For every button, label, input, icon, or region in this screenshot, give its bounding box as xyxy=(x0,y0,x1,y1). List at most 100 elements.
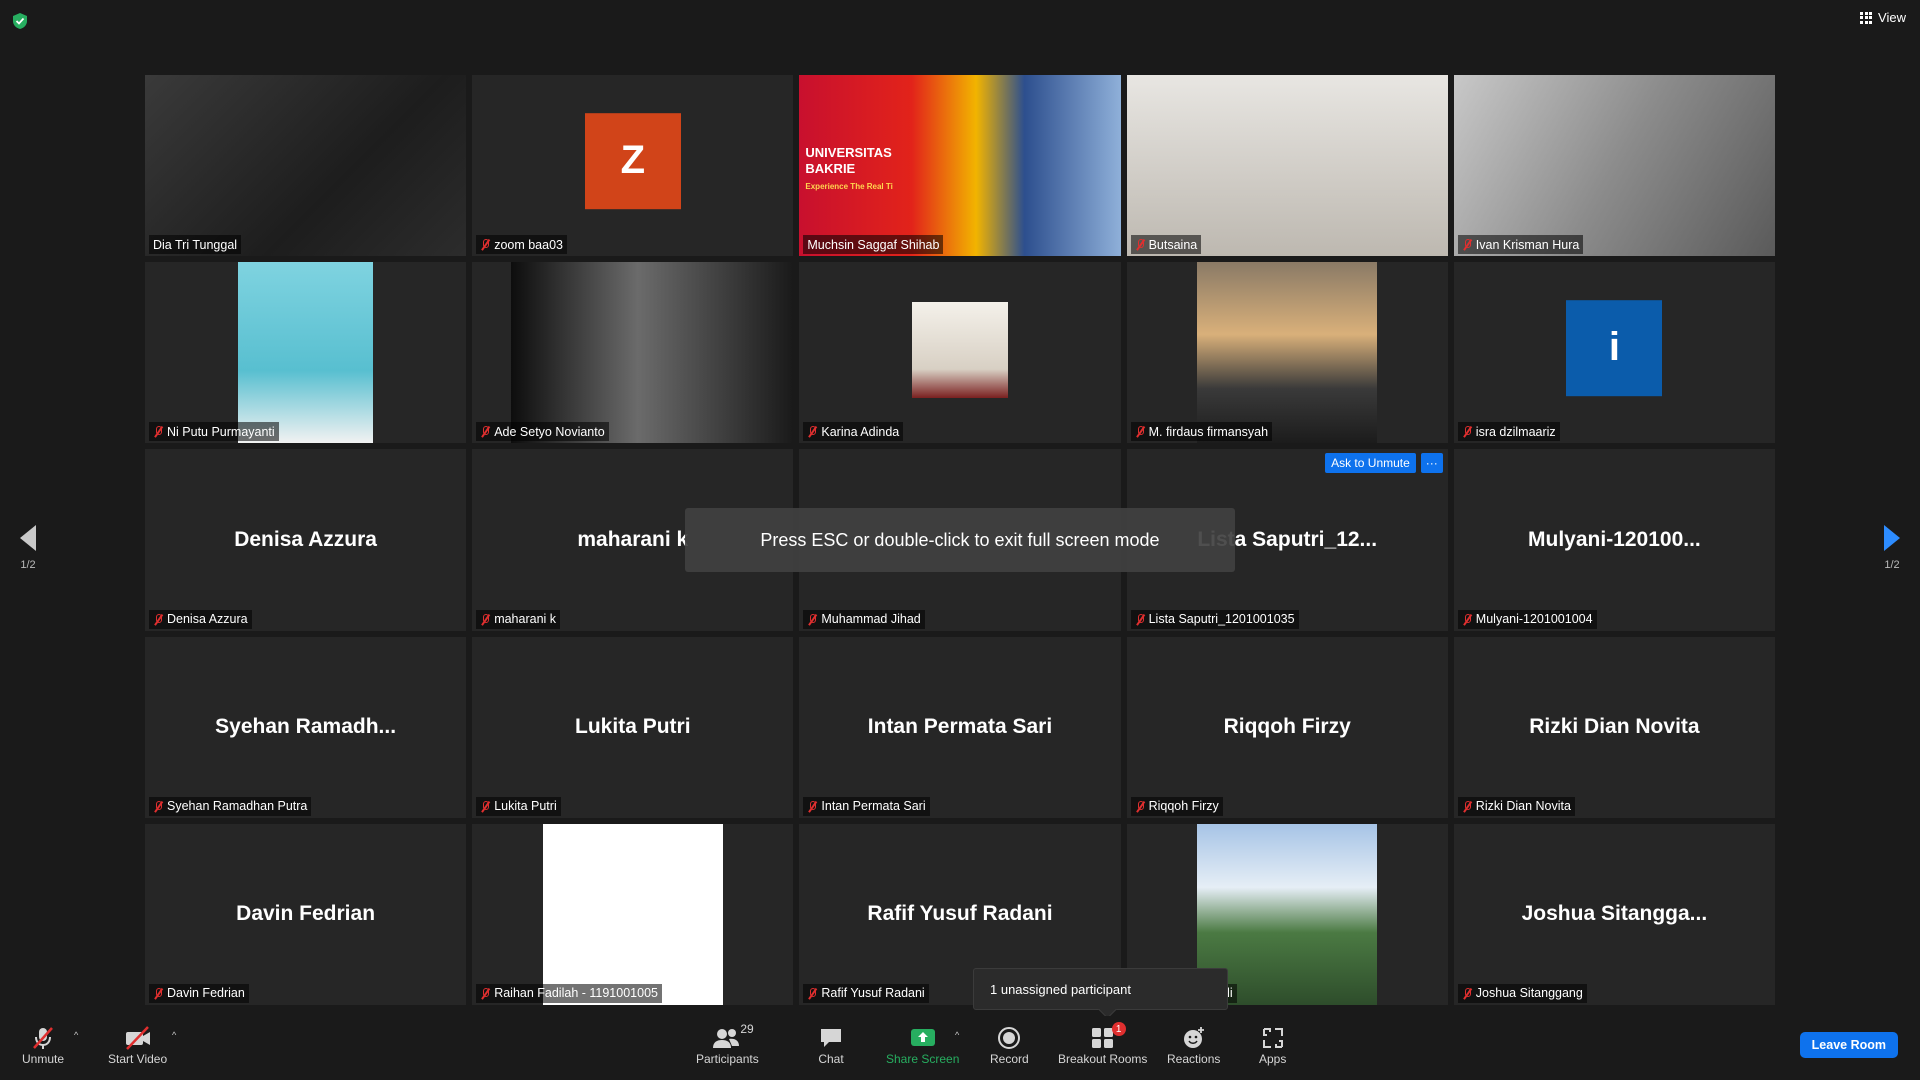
fullscreen-exit-toast: Press ESC or double-click to exit full s… xyxy=(685,508,1235,572)
avatar: i xyxy=(1566,299,1663,396)
participant-tile[interactable]: Ni Putu Purmayanti xyxy=(145,262,467,444)
participant-tile[interactable]: Syehan Ramadh... Syehan Ramadhan Putra xyxy=(145,636,467,818)
participant-display-name: Rafif Yusuf Radani xyxy=(867,902,1053,926)
share-options-caret[interactable]: ^ xyxy=(955,1030,959,1040)
participant-name: Ni Putu Purmayanti xyxy=(167,424,275,439)
participants-label: Participants xyxy=(696,1052,759,1066)
muted-mic-icon xyxy=(807,987,817,1000)
participant-tile[interactable]: i isra dzilmaariz xyxy=(1453,262,1775,444)
meeting-toolbar: Unmute ^ Start Video ^ 29 Participants C… xyxy=(0,1016,1920,1080)
participant-name-label: M. firdaus firmansyah xyxy=(1130,422,1273,442)
participant-name-label: Muchsin Saggaf Shihab xyxy=(803,235,944,255)
participant-name: Karina Adinda xyxy=(821,424,900,439)
unmute-button[interactable]: Unmute xyxy=(22,1024,64,1066)
participant-name: Lista Saputri_1201001035 xyxy=(1148,612,1295,627)
start-video-label: Start Video xyxy=(108,1052,168,1066)
share-screen-button[interactable]: Share Screen xyxy=(886,1024,959,1066)
participant-name: Davin Fedrian xyxy=(167,986,245,1001)
participant-tile[interactable]: Dia Tri Tunggal xyxy=(145,75,467,257)
apps-icon xyxy=(1260,1024,1286,1052)
muted-mic-icon xyxy=(153,987,163,1000)
breakout-rooms-label: Breakout Rooms xyxy=(1058,1052,1148,1066)
muted-mic-icon xyxy=(153,613,163,626)
participant-name-label: Ade Setyo Novianto xyxy=(476,422,609,442)
participant-name: Mulyani-1201001004 xyxy=(1475,612,1593,627)
participant-tile[interactable]: Davin Fedrian Davin Fedrian xyxy=(145,823,467,1005)
next-page-button[interactable]: 1/2 xyxy=(1882,525,1902,571)
unassigned-participant-popup[interactable]: 1 unassigned participant xyxy=(973,968,1228,1010)
participant-tile[interactable]: Lukita Putri Lukita Putri xyxy=(472,636,794,818)
participant-tile[interactable]: Mulyani-120100... Mulyani-1201001004 xyxy=(1453,449,1775,631)
muted-mic-icon xyxy=(153,425,163,438)
participant-tile[interactable]: Intan Permata Sari Intan Permata Sari xyxy=(799,636,1121,818)
participant-tile[interactable]: Joshua Sitangga... Joshua Sitanggang xyxy=(1453,823,1775,1005)
participant-display-name: Rizki Dian Novita xyxy=(1529,715,1700,739)
muted-mic-icon xyxy=(1462,987,1472,1000)
breakout-rooms-icon: 1 xyxy=(1090,1022,1126,1052)
participant-name-label: Lukita Putri xyxy=(476,796,561,816)
leave-room-button[interactable]: Leave Room xyxy=(1799,1032,1898,1058)
participant-tile[interactable]: M. firdaus firmansyah xyxy=(1126,262,1448,444)
participant-video xyxy=(1126,75,1448,257)
grid-view-icon xyxy=(1860,11,1873,24)
reactions-button[interactable]: Reactions xyxy=(1167,1024,1220,1066)
video-off-icon xyxy=(124,1024,152,1052)
record-button[interactable]: Record xyxy=(990,1024,1029,1066)
muted-mic-icon xyxy=(480,425,490,438)
previous-page-button[interactable]: 1/2 xyxy=(18,525,38,571)
participant-tile[interactable]: UNIVERSITAS BAKRIE Experience The Real Ti… xyxy=(799,75,1121,257)
participant-video xyxy=(238,262,374,444)
view-button[interactable]: View xyxy=(1860,10,1906,25)
security-shield-icon[interactable] xyxy=(12,12,28,30)
participant-name-label: Rizki Dian Novita xyxy=(1457,796,1575,816)
participant-name-label: isra dzilmaariz xyxy=(1457,422,1560,442)
view-label: View xyxy=(1878,10,1906,25)
video-options-caret[interactable]: ^ xyxy=(172,1030,176,1040)
participant-name-label: Rafif Yusuf Radani xyxy=(803,983,929,1003)
muted-mic-icon xyxy=(1135,800,1145,813)
participant-tile[interactable]: Raihan Fadilah - 1191001005 xyxy=(472,823,794,1005)
breakout-rooms-button[interactable]: 1 Breakout Rooms xyxy=(1058,1022,1148,1066)
muted-mic-icon xyxy=(480,613,490,626)
reactions-label: Reactions xyxy=(1167,1052,1221,1066)
participant-name-label: Ni Putu Purmayanti xyxy=(149,422,279,442)
participant-display-name: Lukita Putri xyxy=(575,715,691,739)
participant-name: Ivan Krisman Hura xyxy=(1475,237,1580,252)
chat-button[interactable]: Chat xyxy=(818,1024,844,1066)
record-icon xyxy=(996,1024,1022,1052)
apps-button[interactable]: Apps xyxy=(1259,1024,1286,1066)
participant-tile[interactable]: Ivan Krisman Hura xyxy=(1453,75,1775,257)
participants-count: 29 xyxy=(740,1022,754,1036)
participant-video xyxy=(1197,262,1378,444)
participant-tile[interactable]: Riqqoh Firzy Riqqoh Firzy xyxy=(1126,636,1448,818)
participant-name-label: zoom baa03 xyxy=(476,235,567,255)
participant-name: Rizki Dian Novita xyxy=(1475,799,1571,814)
participant-name: Joshua Sitanggang xyxy=(1475,986,1583,1001)
start-video-button[interactable]: Start Video xyxy=(108,1024,167,1066)
participants-button[interactable]: 29 Participants xyxy=(696,1022,759,1066)
participant-tile[interactable]: Denisa Azzura Denisa Azzura xyxy=(145,449,467,631)
participant-name-label: Davin Fedrian xyxy=(149,983,249,1003)
more-options-button[interactable]: ··· xyxy=(1420,453,1443,474)
participant-tile[interactable]: Rizki Dian Novita Rizki Dian Novita xyxy=(1453,636,1775,818)
share-screen-label: Share Screen xyxy=(886,1052,960,1066)
participant-tile[interactable]: Zzoom baa03 xyxy=(472,75,794,257)
ask-to-unmute-button[interactable]: Ask to Unmute xyxy=(1325,453,1416,474)
participant-name-label: Karina Adinda xyxy=(803,422,904,442)
muted-mic-icon xyxy=(1462,238,1472,251)
participant-name-label: Mulyani-1201001004 xyxy=(1457,609,1597,629)
participant-tile[interactable]: Ade Setyo Novianto xyxy=(472,262,794,444)
participant-name-label: Joshua Sitanggang xyxy=(1457,983,1587,1003)
participant-name-label: Syehan Ramadhan Putra xyxy=(149,796,312,816)
participant-tile[interactable]: Karina Adinda xyxy=(799,262,1121,444)
participant-display-name: Mulyani-120100... xyxy=(1528,527,1701,551)
participant-tile[interactable]: Butsaina xyxy=(1126,75,1448,257)
participant-name: Muchsin Saggaf Shihab xyxy=(807,237,940,252)
participant-name: Lukita Putri xyxy=(494,799,557,814)
participant-name-label: Riqqoh Firzy xyxy=(1130,796,1223,816)
participant-name-label: Muhammad Jihad xyxy=(803,609,925,629)
audio-options-caret[interactable]: ^ xyxy=(74,1030,78,1040)
participant-video xyxy=(145,75,467,257)
banner-subtitle: Experience The Real Ti xyxy=(805,182,893,191)
participant-name: Syehan Ramadhan Putra xyxy=(167,799,308,814)
